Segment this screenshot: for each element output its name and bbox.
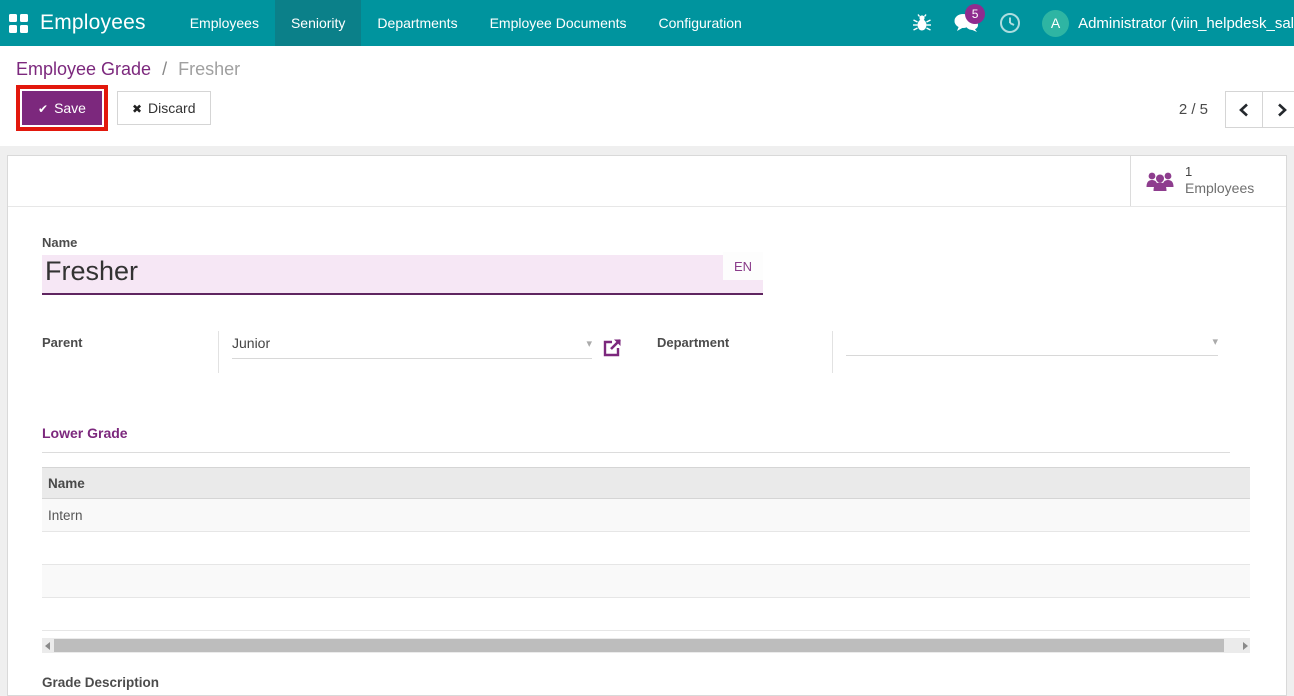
menu-departments[interactable]: Departments <box>361 0 473 46</box>
messages-badge: 5 <box>965 4 986 24</box>
parent-field-group: Parent Junior ▾ <box>42 331 623 373</box>
control-panel: Employee Grade / Fresher ✔ Save ✖ Discard … <box>0 46 1294 146</box>
menu-employees[interactable]: Employees <box>174 0 275 46</box>
stat-button-box: 1 Employees <box>8 156 1286 207</box>
pager-buttons <box>1225 91 1294 128</box>
row-cell-name[interactable] <box>42 564 1250 598</box>
name-field-label: Name <box>42 235 78 250</box>
discard-button[interactable]: ✖ Discard <box>116 91 211 125</box>
grade-description-label: Grade Description <box>42 675 160 690</box>
breadcrumb-employee-grade[interactable]: Employee Grade <box>16 59 151 79</box>
debug-bug-icon[interactable] <box>900 0 944 46</box>
table-row[interactable]: Intern <box>42 498 1250 532</box>
save-button[interactable]: ✔ Save <box>16 85 108 131</box>
user-menu[interactable]: A Administrator (viin_helpdesk_sal <box>1032 9 1294 37</box>
department-field-widget: ▾ <box>833 331 1218 373</box>
employees-stat-button[interactable]: 1 Employees <box>1130 156 1286 206</box>
row-cell-name[interactable] <box>42 531 1250 565</box>
discard-button-label: Discard <box>148 100 196 116</box>
menu-configuration[interactable]: Configuration <box>643 0 758 46</box>
lower-grade-table: Name Intern <box>42 467 1250 631</box>
parent-external-link-icon[interactable] <box>602 337 623 358</box>
scroll-right-arrow-icon[interactable] <box>1240 638 1250 653</box>
avatar: A <box>1042 9 1070 37</box>
systray: 5 A Administrator (viin_helpdesk_sal <box>900 0 1294 46</box>
main-menu: Employees Seniority Departments Employee… <box>174 0 758 46</box>
name-input[interactable]: Fresher EN <box>42 252 763 295</box>
parent-value: Junior <box>232 335 271 351</box>
table-row[interactable] <box>42 564 1250 598</box>
lower-grade-section-title: Lower Grade <box>42 425 128 441</box>
dropdown-caret-icon[interactable]: ▾ <box>1212 335 1218 348</box>
pager-value: 2 / 5 <box>1178 101 1208 118</box>
dropdown-caret-icon[interactable]: ▾ <box>586 337 592 350</box>
department-many2one: ▾ <box>846 335 1218 356</box>
breadcrumb-separator: / <box>162 59 168 79</box>
stat-button-value: 1 <box>1185 164 1193 180</box>
menu-employee-documents[interactable]: Employee Documents <box>474 0 643 46</box>
form-view-background: 1 Employees Name Fresher EN Parent Junio… <box>0 146 1294 696</box>
parent-input[interactable]: Junior ▾ <box>232 335 592 359</box>
table-header-row: Name <box>42 467 1250 499</box>
row-cell-name[interactable]: Intern <box>42 498 1250 532</box>
menu-seniority[interactable]: Seniority <box>274 0 362 46</box>
department-field-label: Department <box>657 335 730 350</box>
stat-button-label: Employees <box>1185 180 1255 197</box>
top-navbar: Employees Employees Seniority Department… <box>0 0 1294 46</box>
breadcrumb: Employee Grade / Fresher <box>16 59 1278 80</box>
activities-menu[interactable] <box>988 0 1032 46</box>
table-row[interactable] <box>42 531 1250 565</box>
save-button-label: Save <box>54 100 86 116</box>
stat-button-text: 1 Employees <box>1185 164 1254 198</box>
clock-icon <box>1000 13 1021 33</box>
bug-icon <box>913 14 932 31</box>
table-row[interactable] <box>42 597 1250 631</box>
row-cell-name[interactable] <box>42 597 1250 631</box>
pager-next-button[interactable] <box>1263 91 1294 128</box>
scrollbar-thumb[interactable] <box>54 639 1224 652</box>
user-name: Administrator (viin_helpdesk_sal <box>1078 14 1294 32</box>
form-fields: Name Fresher EN Parent Junior ▾ Departme… <box>8 207 1286 690</box>
chevron-right-icon <box>1277 103 1287 116</box>
horizontal-scrollbar[interactable] <box>42 638 1250 653</box>
department-input[interactable]: ▾ <box>846 335 1218 356</box>
apps-menu-icon[interactable] <box>9 13 28 33</box>
breadcrumb-current: Fresher <box>178 59 241 79</box>
department-field-group: Department ▾ <box>657 331 1218 373</box>
parent-many2one: Junior ▾ <box>232 335 623 359</box>
parent-field-label: Parent <box>42 335 83 350</box>
name-input-value: Fresher <box>45 256 139 286</box>
record-pager: 2 / 5 <box>1179 91 1294 128</box>
chevron-left-icon <box>1239 103 1248 116</box>
app-title[interactable]: Employees <box>40 11 146 35</box>
parent-department-row: Parent Junior ▾ Department ▾ <box>42 331 1250 373</box>
close-icon: ✖ <box>131 102 143 116</box>
control-panel-buttons-row: ✔ Save ✖ Discard 2 / 5 <box>16 85 1294 131</box>
messages-menu[interactable]: 5 <box>944 0 988 46</box>
employees-group-icon <box>1146 172 1174 191</box>
translation-lang-badge[interactable]: EN <box>723 252 763 280</box>
parent-field-widget: Junior ▾ <box>219 331 623 373</box>
pager-previous-button[interactable] <box>1225 91 1263 128</box>
column-header-name[interactable]: Name <box>42 467 1250 499</box>
form-sheet: 1 Employees Name Fresher EN Parent Junio… <box>7 155 1287 696</box>
scroll-left-arrow-icon[interactable] <box>42 638 52 653</box>
section-divider <box>42 452 1230 453</box>
check-icon: ✔ <box>38 102 49 116</box>
